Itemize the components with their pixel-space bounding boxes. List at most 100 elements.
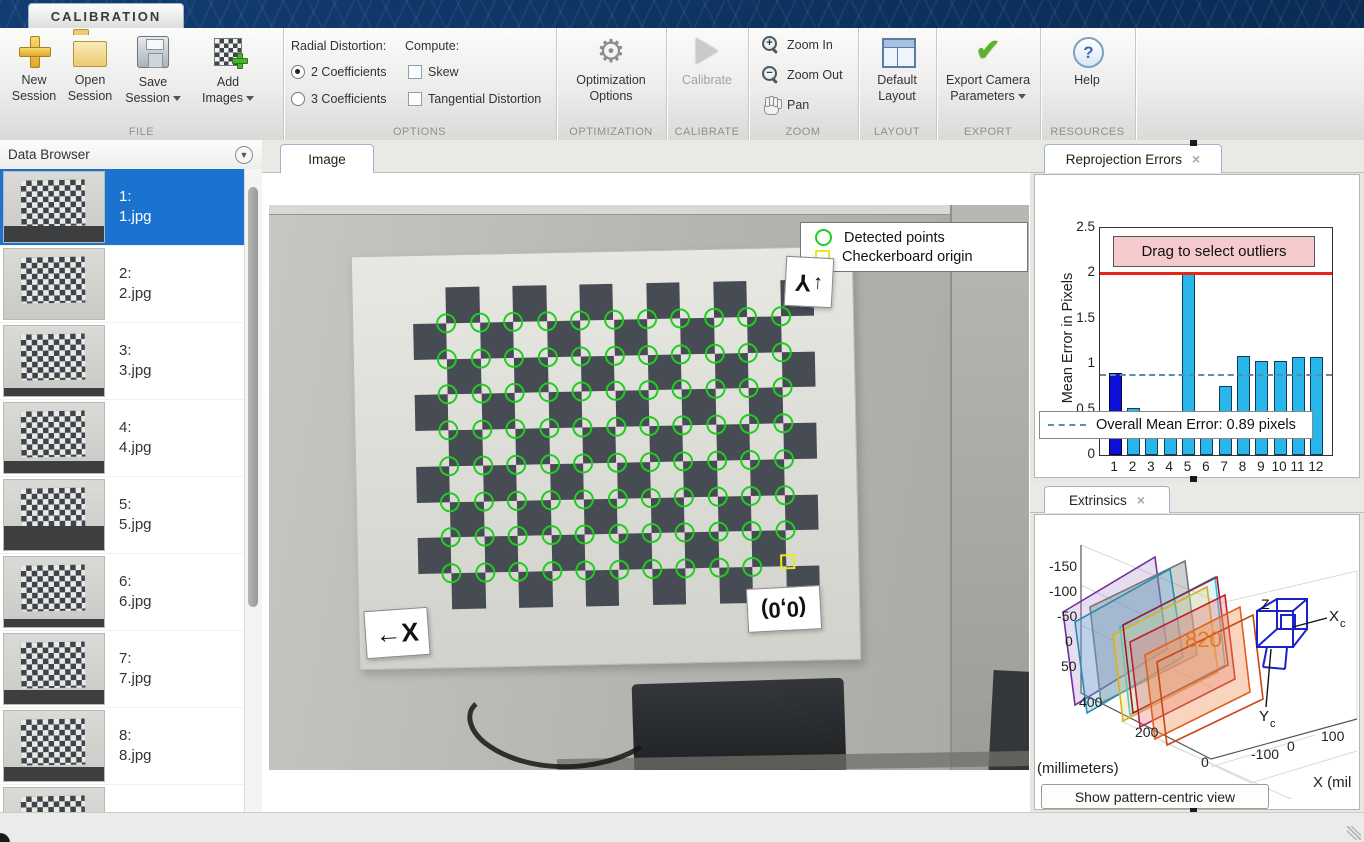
panel-menu-chevron-icon[interactable]: ▼ [235, 146, 253, 164]
ribbon-group-layout: Default Layout LAYOUT [858, 28, 937, 140]
svg-text:Z: Z [1261, 596, 1270, 612]
radio-3-coefficients[interactable]: 3 Coefficients [291, 92, 387, 106]
list-item[interactable]: 9: [0, 785, 244, 812]
zoom-in-icon: + [762, 36, 780, 55]
error-bar[interactable] [1291, 357, 1305, 455]
tab-reprojection-label: Reprojection Errors [1065, 151, 1183, 167]
data-browser-title: Data Browser [8, 147, 90, 162]
overall-mean-error-text: Overall Mean Error: 0.89 pixels [1096, 417, 1296, 433]
add-images-dropdown-icon[interactable] [246, 95, 254, 101]
help-label: Help [1074, 73, 1100, 87]
export-camera-parameters-button[interactable]: ✔ Export Camera Parameters [938, 34, 1038, 104]
default-layout-button[interactable]: Default Layout [869, 34, 925, 104]
list-item[interactable]: 1: 1.jpg [0, 169, 244, 246]
close-tab-icon[interactable]: × [1192, 151, 1200, 167]
image-thumbnail [3, 556, 105, 628]
add-images-button[interactable]: Add Images [196, 34, 260, 106]
open-session-button[interactable]: Open Session [60, 34, 120, 104]
cable-curve [467, 702, 643, 770]
svg-text:(millimeters): (millimeters) [1037, 760, 1119, 777]
tab-calibration[interactable]: CALIBRATION [28, 3, 184, 29]
compute-label: Compute: [405, 39, 460, 53]
scrollbar-thumb[interactable] [248, 187, 258, 607]
error-bar[interactable] [1236, 356, 1250, 455]
y-axis-label-card: Y ↑ [783, 255, 835, 309]
list-item[interactable]: 2: 2.jpg [0, 246, 244, 323]
checkbox-tangential[interactable]: Tangential Distortion [408, 92, 541, 106]
y-tick-label: 0 [1087, 446, 1095, 461]
svg-text:c: c [1270, 718, 1276, 730]
svg-text:X: X [1329, 608, 1339, 625]
help-button[interactable]: ? Help [1064, 34, 1110, 89]
extrinsics-3d-plot: 820 -150 -100 -50 0 50 400 200 0 -100 0 … [1037, 544, 1358, 800]
reprojection-tab-bar: Reprojection Errors × [1030, 140, 1364, 173]
list-item[interactable]: 3: 3.jpg [0, 323, 244, 400]
show-pattern-centric-view-button[interactable]: Show pattern-centric view [1041, 784, 1269, 809]
image-thumbnail [3, 248, 105, 320]
calibration-photo[interactable]: Detected points Checkerboard origin Y ↑ … [269, 205, 1029, 770]
help-icon: ? [1073, 37, 1104, 68]
open-folder-icon [73, 41, 107, 67]
ribbon-group-export: ✔ Export Camera Parameters EXPORT [936, 28, 1041, 140]
title-bar: CALIBRATION [0, 0, 1364, 29]
list-item[interactable]: 4: 4.jpg [0, 400, 244, 477]
coeff3-label: 3 Coefficients [311, 92, 387, 106]
new-session-button[interactable]: New Session [6, 34, 62, 104]
pan-button[interactable]: Pan [762, 96, 809, 115]
tab-image[interactable]: Image [280, 144, 374, 173]
image-thumbnail [3, 633, 105, 705]
pan-hand-icon [762, 96, 782, 115]
y-axis-arrow-icon: ↑ [812, 270, 824, 294]
splitter-handle[interactable] [1190, 140, 1197, 146]
save-dropdown-icon[interactable] [172, 95, 181, 101]
outlier-threshold-line[interactable] [1100, 271, 1332, 275]
svg-text:50: 50 [1061, 658, 1077, 674]
zoom-in-label: Zoom In [787, 38, 833, 52]
list-item[interactable]: 8: 8.jpg [0, 708, 244, 785]
checkbox-icon [408, 92, 422, 106]
ribbon-group-file: New Session Open Session Save Session Ad… [0, 28, 284, 140]
radio-2-coefficients[interactable]: 2 Coefficients [291, 65, 387, 79]
corner-notch [0, 833, 10, 842]
svg-text:200: 200 [1135, 724, 1159, 740]
image-thumbnail [3, 710, 105, 782]
extrinsics-panel: Extrinsics × 820 -150 -100 -50 0 50 400 … [1030, 482, 1364, 814]
svg-text:0: 0 [1287, 738, 1295, 754]
list-item-label: 1: 1.jpg [119, 187, 152, 225]
tab-extrinsics[interactable]: Extrinsics × [1044, 486, 1170, 513]
save-session-button[interactable]: Save Session [120, 34, 186, 106]
tab-reprojection-errors[interactable]: Reprojection Errors × [1044, 144, 1222, 173]
image-thumbnail [3, 171, 105, 243]
svg-text:400: 400 [1079, 694, 1103, 710]
ribbon-group-optimization: ⚙ Optimization Options OPTIMIZATION [556, 28, 667, 140]
radio-unselected-icon [291, 92, 305, 106]
coeff2-label: 2 Coefficients [311, 65, 387, 79]
default-layout-label: Default Layout [877, 73, 917, 103]
close-tab-icon[interactable]: × [1137, 492, 1145, 508]
export-dropdown-icon[interactable] [1017, 93, 1026, 99]
svg-text:100: 100 [1321, 728, 1345, 744]
zoom-out-button[interactable]: − Zoom Out [762, 66, 843, 85]
board-pose-planes [1062, 555, 1264, 747]
ribbon-group-zoom: + Zoom In − Zoom Out Pan ZOOM [748, 28, 859, 140]
checkbox-skew[interactable]: Skew [408, 65, 459, 79]
calibrate-button: Calibrate [677, 34, 737, 89]
extrinsics-plot-area[interactable]: 820 -150 -100 -50 0 50 400 200 0 -100 0 … [1034, 514, 1360, 810]
resize-grip-icon[interactable] [1347, 826, 1361, 840]
scrollbar-track[interactable] [244, 169, 262, 812]
save-icon [137, 36, 169, 68]
drag-outliers-banner: Drag to select outliers [1113, 236, 1315, 267]
optimization-options-button[interactable]: ⚙ Optimization Options [568, 34, 654, 104]
list-item[interactable]: 5: 5.jpg [0, 477, 244, 554]
svg-text:-100: -100 [1049, 583, 1077, 599]
layout-grid-icon [882, 38, 916, 68]
tab-extrinsics-label: Extrinsics [1069, 492, 1127, 508]
zoom-in-button[interactable]: + Zoom In [762, 36, 833, 55]
data-browser-panel: Data Browser ▼ 1: 1.jpg 2: 2.jpg 3: 3.jpg 4: 4.… [0, 140, 263, 812]
list-item[interactable]: 6: 6.jpg [0, 554, 244, 631]
error-bar[interactable] [1310, 357, 1324, 455]
reprojection-chart-area: Mean Error in Pixels Drag to select outl… [1034, 174, 1360, 498]
section-label-optimization: OPTIMIZATION [569, 126, 653, 138]
list-item[interactable]: 7: 7.jpg [0, 631, 244, 708]
export-check-icon: ✔ [975, 34, 1001, 67]
